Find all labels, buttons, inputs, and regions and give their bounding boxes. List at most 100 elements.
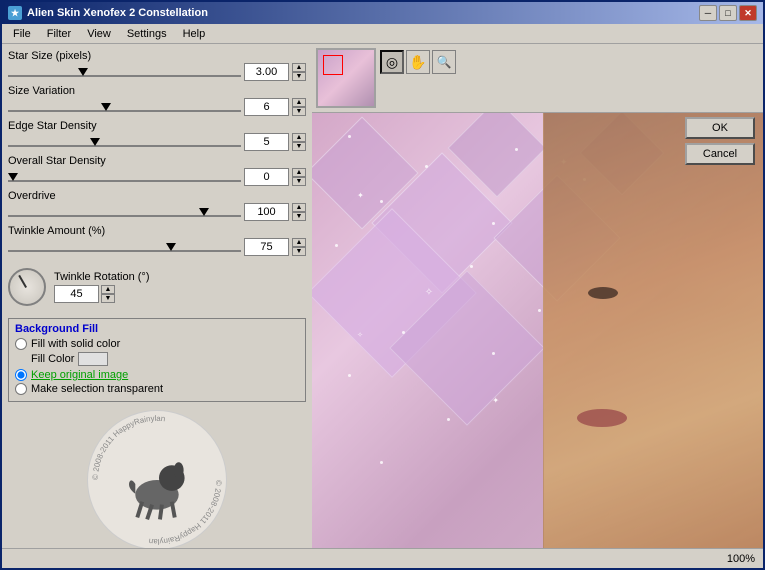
dog-leg4 bbox=[172, 502, 175, 518]
zoom-level: 100% bbox=[727, 553, 755, 565]
overall-star-density-thumb[interactable] bbox=[8, 173, 18, 181]
size-variation-track[interactable] bbox=[8, 98, 241, 116]
close-button[interactable]: ✕ bbox=[739, 5, 757, 21]
size-variation-thumb[interactable] bbox=[101, 103, 111, 111]
overdrive-track[interactable] bbox=[8, 203, 241, 221]
rotation-up[interactable]: ▲ bbox=[101, 285, 115, 294]
twinkle-amount-spinner: ▲ ▼ bbox=[292, 238, 306, 256]
menu-settings[interactable]: Settings bbox=[120, 26, 174, 42]
face-area bbox=[543, 113, 763, 548]
rotation-label: Twinkle Rotation (°) bbox=[54, 271, 150, 283]
make-transparent-row: Make selection transparent bbox=[15, 383, 299, 395]
preview-main[interactable]: OK Cancel bbox=[312, 113, 763, 548]
overdrive-down[interactable]: ▼ bbox=[292, 212, 306, 221]
dog-leg3 bbox=[160, 505, 162, 520]
edge-star-density-up[interactable]: ▲ bbox=[292, 133, 306, 142]
pan-tool-button[interactable]: ✋ bbox=[406, 50, 430, 74]
overall-star-density-track[interactable] bbox=[8, 168, 241, 186]
rotation-value[interactable]: 45 bbox=[54, 285, 99, 303]
overall-star-density-row: Overall Star Density 0 ▲ ▼ bbox=[8, 155, 306, 186]
hand-tool-button[interactable]: ◎ bbox=[380, 50, 404, 74]
edge-star-density-down[interactable]: ▼ bbox=[292, 142, 306, 151]
size-variation-label: Size Variation bbox=[8, 85, 306, 97]
overall-star-density-label: Overall Star Density bbox=[8, 155, 306, 167]
overall-star-density-value[interactable]: 0 bbox=[244, 168, 289, 186]
overall-star-density-controls: 0 ▲ ▼ bbox=[8, 168, 306, 186]
maximize-button[interactable]: □ bbox=[719, 5, 737, 21]
fill-solid-label: Fill with solid color bbox=[31, 338, 120, 350]
tool-bar: ◎ ✋ 🔍 bbox=[380, 48, 456, 74]
star-size-thumb[interactable] bbox=[78, 68, 88, 76]
keep-original-radio[interactable] bbox=[15, 369, 27, 381]
background-fill-title: Background Fill bbox=[15, 323, 299, 335]
menu-file[interactable]: File bbox=[6, 26, 38, 42]
watermark-area: © 2008-2011 HappyRainylan © 2008-2011 Ha… bbox=[8, 406, 306, 548]
menu-view[interactable]: View bbox=[80, 26, 118, 42]
sparkle bbox=[348, 374, 351, 377]
fill-color-swatch[interactable] bbox=[78, 352, 108, 366]
rotation-value-row: 45 ▲ ▼ bbox=[54, 285, 150, 303]
edge-star-density-track[interactable] bbox=[8, 133, 241, 151]
overdrive-label: Overdrive bbox=[8, 190, 306, 202]
size-variation-row: Size Variation 6 ▲ ▼ bbox=[8, 85, 306, 116]
left-panel: Star Size (pixels) 3.00 ▲ ▼ Size Variati… bbox=[2, 44, 312, 548]
fill-solid-radio[interactable] bbox=[15, 338, 27, 350]
overall-star-density-down[interactable]: ▼ bbox=[292, 177, 306, 186]
minimize-button[interactable]: ─ bbox=[699, 5, 717, 21]
action-buttons: OK Cancel bbox=[685, 117, 755, 165]
twinkle-amount-down[interactable]: ▼ bbox=[292, 247, 306, 256]
edge-star-density-row: Edge Star Density 5 ▲ ▼ bbox=[8, 120, 306, 151]
dog-leg1 bbox=[137, 502, 142, 518]
sparkle bbox=[335, 244, 338, 247]
size-variation-up[interactable]: ▲ bbox=[292, 98, 306, 107]
overdrive-controls: 100 ▲ ▼ bbox=[8, 203, 306, 221]
edge-star-density-thumb[interactable] bbox=[90, 138, 100, 146]
right-panel: ◎ ✋ 🔍 OK Cancel bbox=[312, 44, 763, 548]
star-size-up[interactable]: ▲ bbox=[292, 63, 306, 72]
star-size-value[interactable]: 3.00 bbox=[244, 63, 289, 81]
twinkle-amount-row: Twinkle Amount (%) 75 ▲ ▼ bbox=[8, 225, 306, 256]
star-size-controls: 3.00 ▲ ▼ bbox=[8, 63, 306, 81]
overdrive-up[interactable]: ▲ bbox=[292, 203, 306, 212]
menu-filter[interactable]: Filter bbox=[40, 26, 78, 42]
overdrive-value[interactable]: 100 bbox=[244, 203, 289, 221]
star-size-track[interactable] bbox=[8, 63, 241, 81]
fill-solid-row: Fill with solid color bbox=[15, 338, 299, 350]
window-title: Alien Skin Xenofex 2 Constellation bbox=[27, 7, 208, 19]
rotation-down[interactable]: ▼ bbox=[101, 294, 115, 303]
overdrive-row: Overdrive 100 ▲ ▼ bbox=[8, 190, 306, 221]
size-variation-down[interactable]: ▼ bbox=[292, 107, 306, 116]
dog-ear bbox=[174, 462, 184, 478]
rotation-section: Twinkle Rotation (°) 45 ▲ ▼ bbox=[8, 268, 306, 306]
rotation-dial[interactable] bbox=[8, 268, 46, 306]
size-variation-value[interactable]: 6 bbox=[244, 98, 289, 116]
twinkle-amount-up[interactable]: ▲ bbox=[292, 238, 306, 247]
edge-star-density-value[interactable]: 5 bbox=[244, 133, 289, 151]
preview-thumbnail[interactable] bbox=[316, 48, 376, 108]
background-fill-section: Background Fill Fill with solid color Fi… bbox=[8, 318, 306, 402]
dog-tail bbox=[129, 480, 135, 493]
cancel-button[interactable]: Cancel bbox=[685, 143, 755, 165]
overdrive-thumb[interactable] bbox=[199, 208, 209, 216]
overdrive-spinner: ▲ ▼ bbox=[292, 203, 306, 221]
edge-star-density-label: Edge Star Density bbox=[8, 120, 306, 132]
watermark-text-top: © 2008-2011 HappyRainylan bbox=[91, 414, 166, 480]
rotation-spinner: ▲ ▼ bbox=[101, 285, 115, 303]
star-size-row: Star Size (pixels) 3.00 ▲ ▼ bbox=[8, 50, 306, 81]
fill-color-row: Fill Color bbox=[15, 352, 299, 366]
twinkle-amount-thumb[interactable] bbox=[166, 243, 176, 251]
preview-background: ✦ ✧ ✦ ✦ ✧ bbox=[312, 113, 763, 548]
star-size-down[interactable]: ▼ bbox=[292, 72, 306, 81]
menu-help[interactable]: Help bbox=[176, 26, 213, 42]
rotation-controls: Twinkle Rotation (°) 45 ▲ ▼ bbox=[54, 271, 150, 303]
edge-star-density-spinner: ▲ ▼ bbox=[292, 133, 306, 151]
main-content: Star Size (pixels) 3.00 ▲ ▼ Size Variati… bbox=[2, 44, 763, 548]
overall-star-density-up[interactable]: ▲ bbox=[292, 168, 306, 177]
keep-original-row: Keep original image bbox=[15, 369, 299, 381]
twinkle-amount-track[interactable] bbox=[8, 238, 241, 256]
twinkle-amount-value[interactable]: 75 bbox=[244, 238, 289, 256]
make-transparent-radio[interactable] bbox=[15, 383, 27, 395]
ok-button[interactable]: OK bbox=[685, 117, 755, 139]
sparkle bbox=[538, 309, 541, 312]
zoom-tool-button[interactable]: 🔍 bbox=[432, 50, 456, 74]
